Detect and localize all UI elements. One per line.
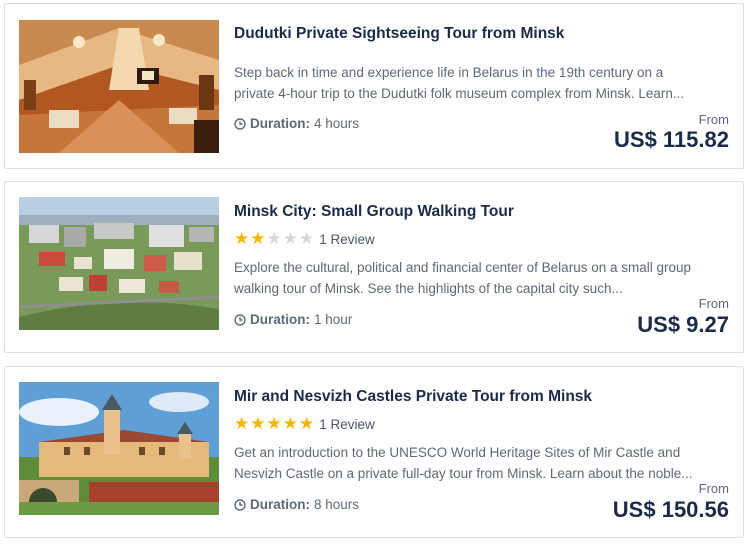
clock-icon — [234, 498, 246, 511]
star-filled-icon: ★ — [250, 414, 266, 433]
star-filled-icon: ★ — [234, 229, 250, 248]
tour-price: US$ 9.27 — [637, 312, 729, 337]
city-aerial-photo-icon — [19, 197, 219, 330]
star-filled-icon: ★ — [234, 414, 250, 433]
duration-value: 1 hour — [314, 312, 353, 327]
tour-title[interactable]: Dudutki Private Sightseeing Tour from Mi… — [234, 25, 564, 43]
tour-duration: Duration: 8 hours — [234, 497, 359, 512]
tour-duration: Duration: 1 hour — [234, 312, 352, 327]
star-empty-icon: ★ — [266, 229, 282, 248]
description-line: Nesvizh Castle on a private full-day tou… — [234, 466, 693, 481]
star-filled-icon: ★ — [266, 414, 282, 433]
tour-price: US$ 150.56 — [612, 497, 729, 522]
description-line: private 4-hour trip to the Dudutki folk … — [234, 86, 685, 101]
star-empty-icon: ★ — [282, 229, 298, 248]
tour-image[interactable] — [19, 20, 219, 153]
review-count-link[interactable]: 1 Review — [319, 232, 375, 247]
duration-value: 4 hours — [314, 116, 360, 131]
tour-list: Dudutki Private Sightseeing Tour from Mi… — [0, 0, 750, 544]
price-prefix: From — [698, 112, 729, 127]
tour-card[interactable]: Dudutki Private Sightseeing Tour from Mi… — [4, 3, 744, 169]
star-rating: ★ ★ ★ ★ ★ 1 Review — [234, 415, 375, 433]
duration-label: Duration: — [250, 312, 310, 327]
tour-card[interactable]: Mir and Nesvizh Castles Private Tour fro… — [4, 366, 744, 538]
description-line: Get an introduction to the UNESCO World … — [234, 445, 681, 460]
star-empty-icon: ★ — [299, 229, 315, 248]
duration-label: Duration: — [250, 116, 310, 131]
star-filled-icon: ★ — [282, 414, 298, 433]
star-rating: ★ ★ ★ ★ ★ 1 Review — [234, 230, 375, 248]
clock-icon — [234, 117, 246, 130]
description-line: walking tour of Minsk. See the highlight… — [234, 281, 623, 296]
castle-photo-icon — [19, 382, 219, 515]
tour-duration: Duration: 4 hours — [234, 116, 359, 131]
tour-image[interactable] — [19, 197, 219, 330]
tour-description: Get an introduction to the UNESCO World … — [234, 442, 724, 484]
price-prefix: From — [698, 481, 729, 496]
tour-price: US$ 115.82 — [614, 127, 729, 152]
tour-image[interactable] — [19, 382, 219, 515]
duration-label: Duration: — [250, 497, 310, 512]
duration-value: 8 hours — [314, 497, 360, 512]
tour-description: Explore the cultural, political and fina… — [234, 257, 724, 299]
price-prefix: From — [698, 296, 729, 311]
star-filled-icon: ★ — [299, 414, 315, 433]
description-line: Step back in time and experience life in… — [234, 65, 664, 80]
tour-description: Step back in time and experience life in… — [234, 62, 724, 104]
description-line: Explore the cultural, political and fina… — [234, 260, 692, 275]
tour-title[interactable]: Minsk City: Small Group Walking Tour — [234, 203, 514, 221]
clock-icon — [234, 313, 246, 326]
tour-card[interactable]: Minsk City: Small Group Walking Tour ★ ★ ★… — [4, 181, 744, 353]
museum-interior-photo-icon — [19, 20, 219, 153]
tour-title[interactable]: Mir and Nesvizh Castles Private Tour fro… — [234, 388, 592, 406]
star-filled-icon: ★ — [250, 229, 266, 248]
review-count-link[interactable]: 1 Review — [319, 417, 375, 432]
